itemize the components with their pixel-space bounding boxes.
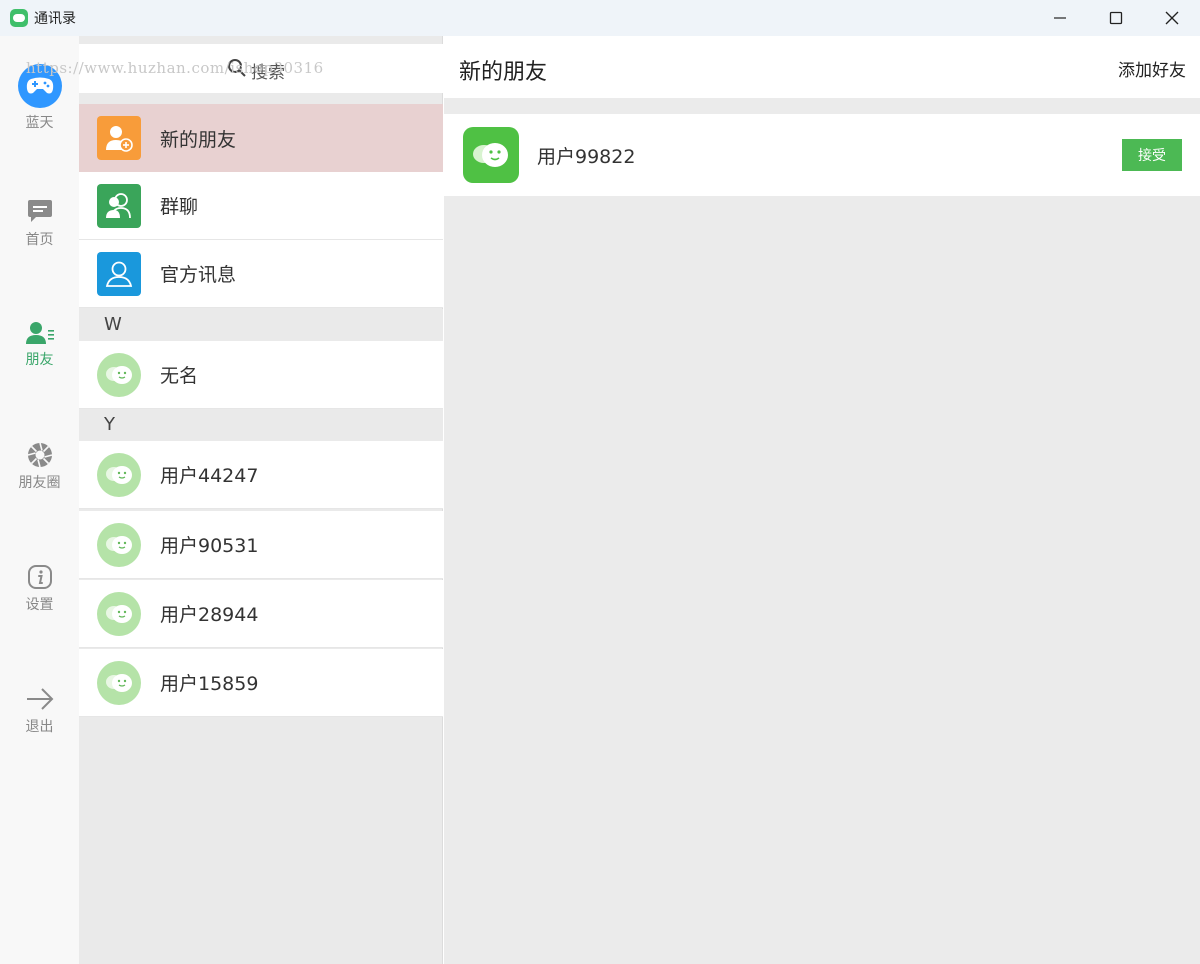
aperture-icon [27, 442, 52, 468]
user-outline-icon [97, 251, 141, 296]
nav-item-moments[interactable]: 朋友圈 [0, 442, 79, 492]
minimize-button[interactable] [1032, 0, 1088, 36]
nav-item-logout[interactable]: 退出 [0, 686, 79, 736]
nav-item-profile[interactable]: 蓝天 [0, 64, 79, 132]
avatar [97, 660, 141, 705]
contact-row[interactable]: 用户90531 [79, 511, 443, 579]
request-user-name: 用户99822 [537, 145, 636, 168]
chat-icon [27, 200, 52, 222]
window-title: 通讯录 [34, 11, 76, 27]
nav-item-settings[interactable]: 设置 [0, 564, 79, 614]
contact-row[interactable]: 用户28944 [79, 580, 443, 648]
add-user-icon [97, 116, 141, 160]
window-controls [1032, 0, 1200, 36]
chat-bubble-icon [463, 127, 519, 183]
search-placeholder: 搜索 [251, 63, 285, 83]
contact-name: 用户28944 [160, 604, 259, 626]
list-item-label: 群聊 [160, 196, 199, 218]
search-icon [228, 59, 246, 77]
list-item-label: 官方讯息 [160, 264, 237, 286]
contact-list-pane: 搜索 新的朋友 群聊 官方讯息 W 无名 Y 用户44247 用户90531 用… [79, 36, 443, 964]
contact-name: 无名 [160, 365, 199, 387]
nav-item-friends[interactable]: 朋友 [0, 321, 79, 369]
add-friend-button[interactable]: 添加好友 [1118, 56, 1186, 81]
nav-label: 首页 [25, 232, 54, 248]
nav-label: 退出 [25, 719, 54, 735]
minimize-icon [1054, 17, 1066, 19]
nav-item-home[interactable]: 首页 [0, 199, 79, 249]
avatar [97, 522, 141, 567]
avatar [97, 352, 141, 397]
contact-name: 用户44247 [160, 465, 259, 487]
avatar [97, 591, 141, 636]
contact-name: 用户15859 [160, 673, 259, 695]
friend-request-row: 用户99822 接受 [444, 114, 1200, 196]
contact-row[interactable]: 用户15859 [79, 649, 443, 717]
nav-label: 朋友 [25, 352, 54, 368]
contact-name: 用户90531 [160, 535, 259, 557]
nav-label: 朋友圈 [18, 475, 61, 491]
close-button[interactable] [1144, 0, 1200, 36]
list-item-label: 新的朋友 [160, 128, 237, 151]
page-title: 新的朋友 [459, 60, 548, 85]
contact-row[interactable]: 用户44247 [79, 441, 443, 509]
side-nav: 蓝天 首页 朋友 朋友圈 设置 退出 [0, 36, 79, 964]
close-icon [1165, 11, 1179, 25]
maximize-button[interactable] [1088, 0, 1144, 36]
info-icon [27, 565, 52, 589]
detail-pane: 新的朋友 添加好友 用户99822 接受 [444, 36, 1200, 964]
arrow-right-icon [26, 688, 53, 710]
contact-row[interactable]: 无名 [79, 341, 443, 409]
section-header: Y [79, 409, 443, 441]
section-header: W [79, 309, 443, 341]
nav-label: 设置 [25, 597, 54, 613]
detail-header: 新的朋友 添加好友 [444, 36, 1200, 98]
search-input[interactable]: 搜索 [79, 44, 443, 93]
list-item-new-friends[interactable]: 新的朋友 [79, 104, 443, 172]
gamepad-icon [17, 64, 62, 108]
group-icon [97, 183, 141, 228]
title-bar: 通讯录 [0, 0, 1200, 36]
list-item-official[interactable]: 官方讯息 [79, 240, 443, 308]
list-item-group-chat[interactable]: 群聊 [79, 172, 443, 240]
maximize-icon [1109, 11, 1123, 25]
contacts-icon [25, 322, 54, 344]
nav-label: 蓝天 [25, 115, 54, 131]
app-logo-icon [10, 9, 28, 27]
accept-button[interactable]: 接受 [1122, 139, 1182, 171]
avatar [97, 452, 141, 497]
